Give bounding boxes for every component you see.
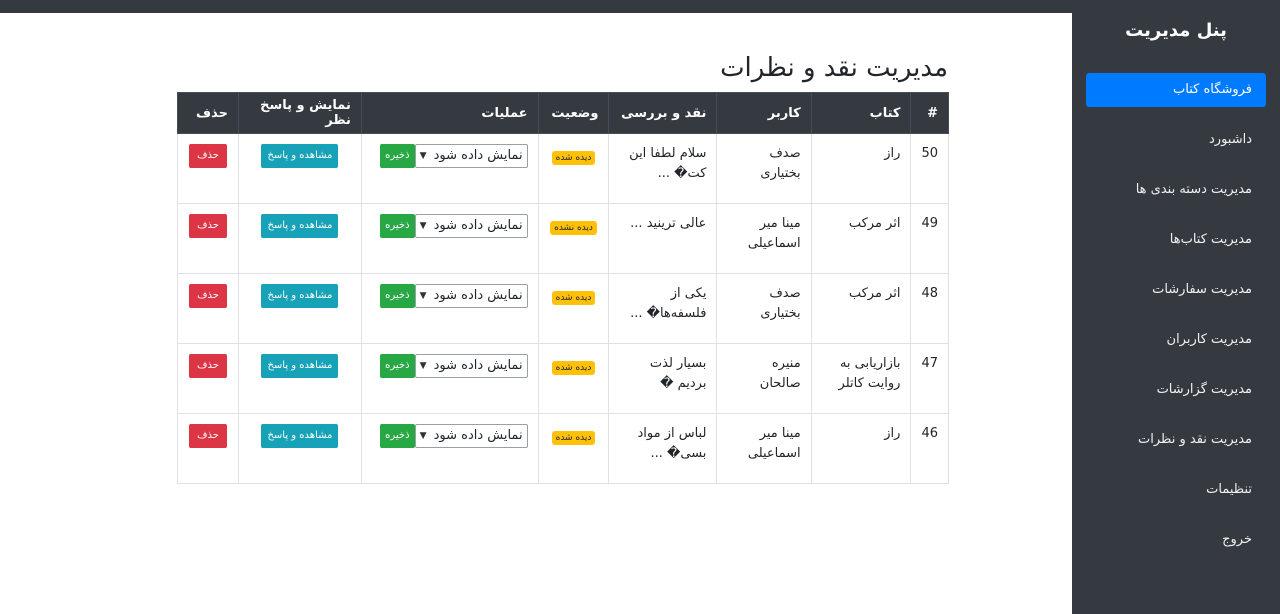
- status-badge: دیده شده: [551, 151, 596, 165]
- header-review: نقد و بررسی: [608, 92, 718, 134]
- visibility-select[interactable]: نمایش داده شود ▼: [414, 424, 528, 448]
- table-row: 48 اثر مرکب صدف بختیاری یکی از فلسفه‌ها�…: [177, 273, 949, 344]
- row-book: اثر مرکب: [810, 203, 912, 274]
- delete-button[interactable]: حذف: [189, 144, 227, 168]
- header-delete: حذف: [177, 92, 239, 134]
- row-id: 50: [910, 133, 949, 204]
- save-button[interactable]: ذخیره: [380, 214, 415, 238]
- sidebar-item-users[interactable]: مدیریت کاربران: [1086, 323, 1266, 357]
- row-id: 47: [910, 343, 949, 414]
- table-header-row: # کتاب کاربر نقد و بررسی وضعیت عملیات نم…: [177, 92, 949, 134]
- status-badge: دیده شده: [551, 291, 596, 305]
- sidebar-item-dashboard[interactable]: داشبورد: [1086, 123, 1266, 157]
- row-user: صدف بختیاری: [716, 133, 812, 204]
- row-review: لباس از مواد بسی� ...: [608, 413, 718, 484]
- header-num: #: [910, 92, 949, 134]
- status-badge: دیده نشده: [550, 221, 597, 235]
- row-review: بسیار لذت بردیم �: [608, 343, 718, 414]
- sidebar: پنل مدیریت فروشگاه کتاب داشبورد مدیریت د…: [1072, 0, 1280, 614]
- sidebar-item-settings[interactable]: تنظیمات: [1086, 473, 1266, 507]
- visibility-select-value: نمایش داده شود: [433, 288, 523, 303]
- view-reply-button[interactable]: مشاهده و پاسخ: [261, 144, 339, 168]
- table-row: 50 راز صدف بختیاری سلام لطفا این کت� ...…: [177, 133, 949, 204]
- reviews-table: # کتاب کاربر نقد و بررسی وضعیت عملیات نم…: [177, 92, 949, 484]
- save-button[interactable]: ذخیره: [380, 144, 415, 168]
- row-id: 46: [910, 413, 949, 484]
- row-id: 48: [910, 273, 949, 344]
- header-ops: عملیات: [360, 92, 539, 134]
- chevron-down-icon: ▼: [419, 291, 427, 301]
- table-row: 46 راز مینا میر اسماعیلی لباس از مواد بس…: [177, 413, 949, 484]
- sidebar-title: پنل مدیریت: [1125, 20, 1227, 41]
- header-user: کاربر: [716, 92, 812, 134]
- sidebar-nav: فروشگاه کتاب داشبورد مدیریت دسته بندی ها…: [1086, 73, 1266, 557]
- save-button[interactable]: ذخیره: [380, 284, 415, 308]
- sidebar-item-books[interactable]: مدیریت کتاب‌ها: [1086, 223, 1266, 257]
- visibility-select-value: نمایش داده شود: [433, 148, 523, 163]
- delete-button[interactable]: حذف: [189, 354, 227, 378]
- view-reply-button[interactable]: مشاهده و پاسخ: [261, 354, 339, 378]
- top-navbar: [0, 0, 1072, 13]
- row-user: مینا میر اسماعیلی: [716, 203, 812, 274]
- delete-button[interactable]: حذف: [189, 214, 227, 238]
- page-title: مدیریت نقد و نظرات: [720, 53, 948, 83]
- row-book: راز: [810, 133, 912, 204]
- view-reply-button[interactable]: مشاهده و پاسخ: [261, 214, 339, 238]
- visibility-select-value: نمایش داده شود: [433, 428, 523, 443]
- header-status: وضعیت: [537, 92, 610, 134]
- sidebar-item-bookstore[interactable]: فروشگاه کتاب: [1086, 73, 1266, 107]
- status-badge: دیده شده: [551, 361, 596, 375]
- delete-button[interactable]: حذف: [189, 284, 227, 308]
- row-book: بازاریابی به روایت کاتلر: [810, 343, 912, 414]
- header-view: نمایش و پاسخ نظر: [237, 92, 362, 134]
- table-row: 49 اثر مرکب مینا میر اسماعیلی عالی ترینی…: [177, 203, 949, 274]
- header-book: کتاب: [810, 92, 912, 134]
- row-book: راز: [810, 413, 912, 484]
- table-row: 47 بازاریابی به روایت کاتلر منیره صالحان…: [177, 343, 949, 414]
- sidebar-item-categories[interactable]: مدیریت دسته بندی ها: [1086, 173, 1266, 207]
- visibility-select-value: نمایش داده شود: [433, 218, 523, 233]
- sidebar-item-logout[interactable]: خروج: [1086, 523, 1266, 557]
- delete-button[interactable]: حذف: [189, 424, 227, 448]
- row-book: اثر مرکب: [810, 273, 912, 344]
- visibility-select[interactable]: نمایش داده شود ▼: [414, 144, 528, 168]
- visibility-select[interactable]: نمایش داده شود ▼: [414, 354, 528, 378]
- sidebar-item-reports[interactable]: مدیریت گزارشات: [1086, 373, 1266, 407]
- row-review: عالی ترینید ...: [608, 203, 718, 274]
- visibility-select[interactable]: نمایش داده شود ▼: [414, 214, 528, 238]
- view-reply-button[interactable]: مشاهده و پاسخ: [261, 284, 339, 308]
- chevron-down-icon: ▼: [419, 431, 427, 441]
- chevron-down-icon: ▼: [419, 361, 427, 371]
- save-button[interactable]: ذخیره: [380, 354, 415, 378]
- row-user: صدف بختیاری: [716, 273, 812, 344]
- row-review: سلام لطفا این کت� ...: [608, 133, 718, 204]
- chevron-down-icon: ▼: [419, 221, 427, 231]
- main-content: مدیریت نقد و نظرات # کتاب کاربر نقد و بر…: [0, 13, 1072, 614]
- row-user: مینا میر اسماعیلی: [716, 413, 812, 484]
- sidebar-item-reviews[interactable]: مدیریت نقد و نظرات: [1086, 423, 1266, 457]
- row-user: منیره صالحان: [716, 343, 812, 414]
- status-badge: دیده شده: [551, 431, 596, 445]
- row-review: یکی از فلسفه‌ها� ...: [608, 273, 718, 344]
- chevron-down-icon: ▼: [419, 151, 427, 161]
- save-button[interactable]: ذخیره: [380, 424, 415, 448]
- sidebar-item-orders[interactable]: مدیریت سفارشات: [1086, 273, 1266, 307]
- visibility-select-value: نمایش داده شود: [433, 358, 523, 373]
- view-reply-button[interactable]: مشاهده و پاسخ: [261, 424, 339, 448]
- visibility-select[interactable]: نمایش داده شود ▼: [414, 284, 528, 308]
- row-id: 49: [910, 203, 949, 274]
